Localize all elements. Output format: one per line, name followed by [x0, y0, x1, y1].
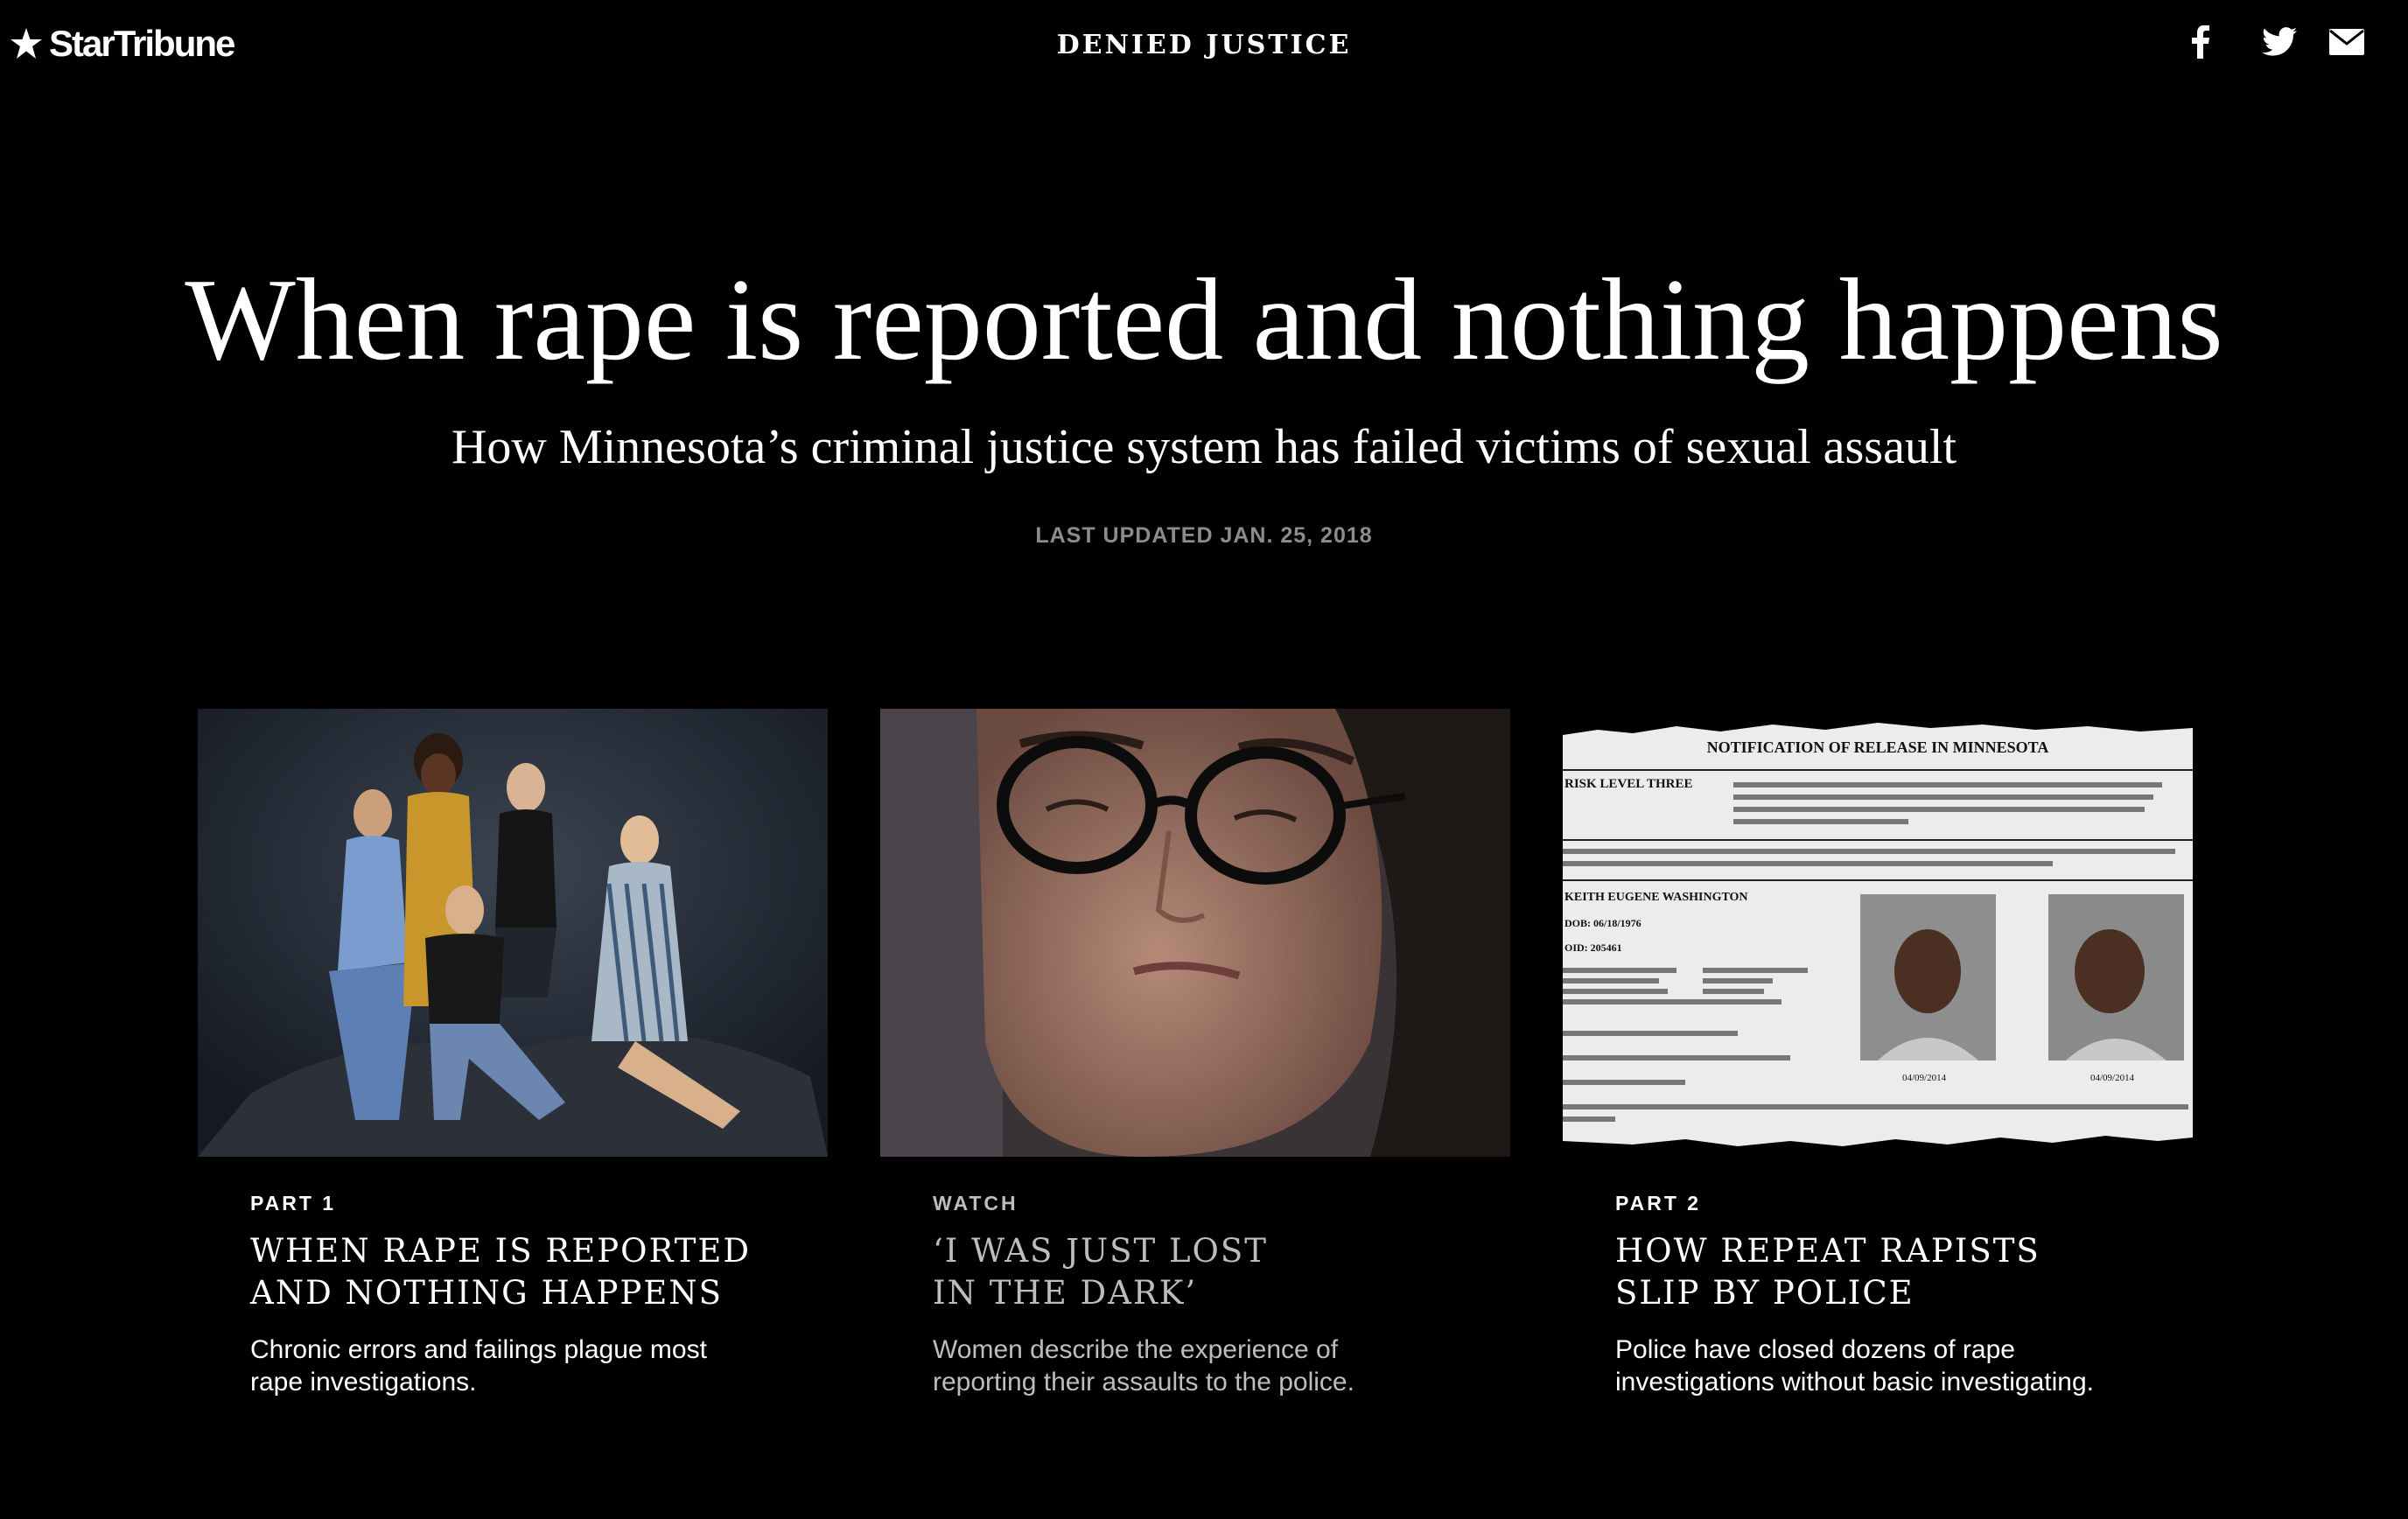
video-thumbnail[interactable] [880, 709, 1510, 1157]
story-dek-line-1: Police have closed dozens of rape [1615, 1335, 2015, 1364]
group-portrait-photo [198, 709, 828, 1157]
story-title[interactable]: WHEN RAPE IS REPORTED AND NOTHING HAPPEN… [250, 1230, 793, 1314]
facebook-icon [2192, 25, 2209, 59]
story-dek: Women describe the experience of reporti… [933, 1334, 1475, 1398]
story-card-part-2[interactable]: NOTIFICATION OF RELEASE IN MINNESOTA RIS… [1563, 709, 2193, 1396]
facebook-share-button[interactable] [2186, 24, 2216, 60]
last-updated-timestamp: LAST UPDATED JAN. 25, 2018 [1035, 523, 1373, 548]
story-title-line-1[interactable]: HOW REPEAT RAPISTS [1615, 1230, 2158, 1272]
story-card-part-1[interactable]: PART 1 WHEN RAPE IS REPORTED AND NOTHING… [198, 709, 828, 1396]
story-dek: Chronic errors and failings plague most … [250, 1334, 793, 1398]
story-title-line-2[interactable]: AND NOTHING HAPPENS [250, 1272, 793, 1314]
notice-offender-name: KEITH EUGENE WASHINGTON [1564, 891, 1748, 904]
story-dek-line-2: rape investigations. [250, 1368, 477, 1396]
notice-title: NOTIFICATION OF RELEASE IN MINNESOTA [1706, 738, 2049, 756]
story-title-line-1[interactable]: WHEN RAPE IS REPORTED [250, 1230, 793, 1272]
section-title[interactable]: DENIED JUSTICE [0, 30, 2408, 60]
story-kicker: PART 2 [1615, 1192, 1702, 1214]
story-dek: Police have closed dozens of rape invest… [1615, 1334, 2158, 1398]
email-share-button[interactable] [2328, 24, 2366, 60]
story-dek-line-1: Women describe the experience of [933, 1335, 1339, 1364]
story-title-line-2[interactable]: SLIP BY POLICE [1615, 1272, 2158, 1314]
site-header: StarTribune DENIED JUSTICE [0, 0, 2408, 96]
notice-photo-date-front: 04/09/2014 [1902, 1073, 1947, 1083]
page-subhead: How Minnesota’s criminal justice system … [451, 420, 1957, 474]
page-headline: When rape is reported and nothing happen… [185, 255, 2223, 384]
notice-risk-level: RISK LEVEL THREE [1564, 777, 1693, 791]
release-notice-document [1563, 723, 2193, 1146]
notice-dob: DOB: 06/18/1976 [1564, 917, 1642, 929]
story-kicker: PART 1 [250, 1192, 337, 1214]
woman-portrait-photo [880, 709, 1510, 1157]
notice-oid: OID: 205461 [1564, 942, 1622, 954]
notice-photo-date-profile: 04/09/2014 [2090, 1073, 2135, 1083]
story-kicker: WATCH [933, 1192, 1018, 1214]
story-title-line-2[interactable]: IN THE DARK’ [933, 1272, 1475, 1314]
story-card-watch[interactable]: WATCH ‘I WAS JUST LOST IN THE DARK’ Wome… [880, 709, 1510, 1396]
story-title[interactable]: HOW REPEAT RAPISTS SLIP BY POLICE [1615, 1230, 2158, 1314]
story-title[interactable]: ‘I WAS JUST LOST IN THE DARK’ [933, 1230, 1475, 1314]
story-dek-line-2: investigations without basic investigati… [1615, 1368, 2094, 1396]
story-image-group-portrait[interactable] [198, 709, 828, 1157]
story-image-release-notice[interactable]: NOTIFICATION OF RELEASE IN MINNESOTA RIS… [1563, 709, 2193, 1157]
twitter-icon [2262, 27, 2297, 56]
email-icon [2329, 29, 2364, 55]
story-dek-line-2: reporting their assaults to the police. [933, 1368, 1354, 1396]
story-title-line-1[interactable]: ‘I WAS JUST LOST [933, 1230, 1475, 1272]
twitter-share-button[interactable] [2259, 24, 2300, 60]
story-dek-line-1: Chronic errors and failings plague most [250, 1335, 707, 1364]
